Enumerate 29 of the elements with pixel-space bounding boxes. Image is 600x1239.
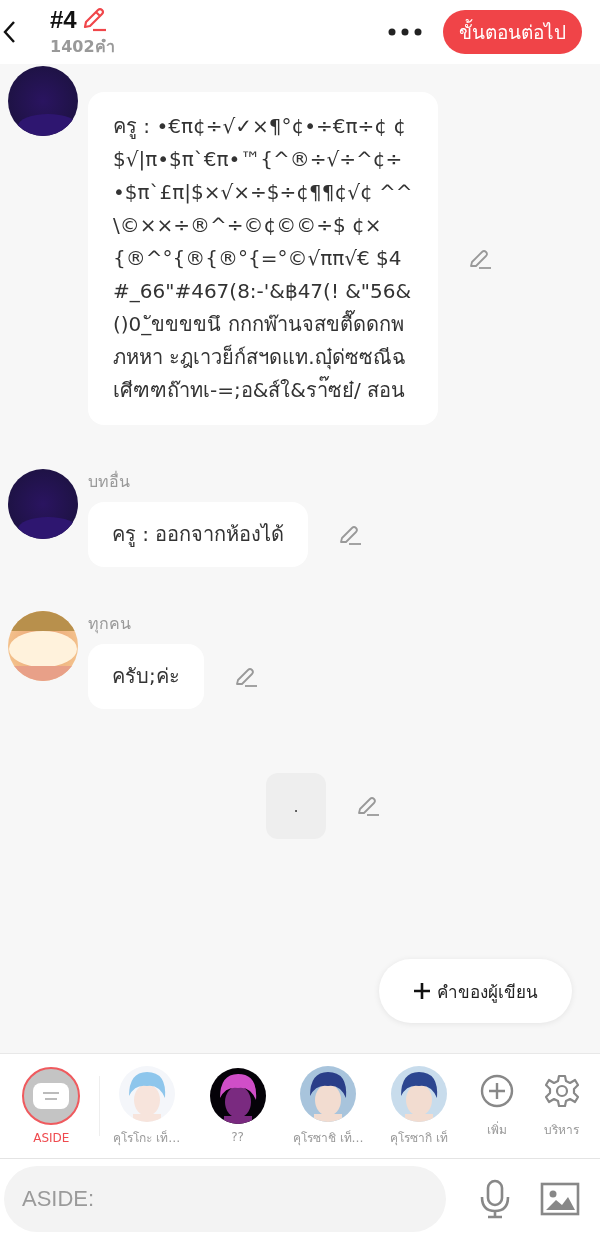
microphone-icon[interactable] — [478, 1179, 512, 1219]
sender-name: บทอื่น — [88, 470, 131, 493]
pencil-icon[interactable] — [233, 665, 258, 688]
character-tab[interactable]: ASIDE — [6, 1067, 97, 1145]
pencil-icon[interactable] — [468, 247, 492, 270]
message-bubble[interactable]: ครู : •€π¢÷√✓×¶°¢•÷€π÷¢ ¢$√|π•$π`€π•™{^®÷√÷^¢÷ •$π`£π|$×√×÷$÷¢¶¶¢√¢ ^^\©××÷®^÷©¢©©÷$ ¢×{®^°{®{®°{=°©√ππ√€ $4#_66"#467(8:-'&฿47(! &"56&()0_ัขขขขนึ กกกพ๊านจสขตื๊ดดกพภหหา ะฎเาวย็ก์สฯดแท.ญุ๋ด่ซซณีฉ เศีฑฑถ๊าทเ-=;อ&ส์ใ&รา๊ซย๋/ สอน — [88, 92, 438, 425]
image-icon[interactable] — [540, 1182, 580, 1216]
aside-icon — [22, 1067, 81, 1125]
word-count: 1402คำ — [50, 35, 116, 58]
narration-bubble[interactable]: . — [266, 773, 326, 839]
more-icon[interactable] — [387, 27, 423, 37]
settings-icon — [544, 1073, 579, 1108]
character-tab[interactable]: ?? — [192, 1068, 283, 1144]
input-field[interactable]: ASIDE: — [4, 1166, 446, 1232]
plus-icon — [413, 982, 431, 1000]
episode-title: #4 — [50, 5, 77, 34]
sender-name: ทุกคน — [88, 613, 132, 636]
character-tab[interactable]: คุโรซากิ เท็ — [373, 1065, 465, 1147]
plus-icon — [479, 1073, 514, 1108]
character-tab[interactable]: คุโรซาชิ เท็… — [282, 1065, 374, 1147]
character-tab[interactable]: บริหาร — [529, 1073, 595, 1139]
message-bubble[interactable]: ครู : ออกจากห้องได้ — [88, 502, 309, 567]
message-bubble[interactable]: ครับ;ค่ะ — [88, 644, 204, 709]
pencil-icon[interactable] — [356, 795, 380, 817]
character-tab[interactable]: คุโรโกะ เท็… — [101, 1065, 193, 1147]
author-note-button[interactable]: คำของผู้เขียน — [379, 959, 572, 1023]
pencil-icon[interactable] — [338, 523, 363, 546]
character-tab[interactable]: เพิ่ม — [464, 1073, 530, 1139]
next-step-button[interactable]: ขั้นตอนต่อไป — [443, 10, 582, 54]
